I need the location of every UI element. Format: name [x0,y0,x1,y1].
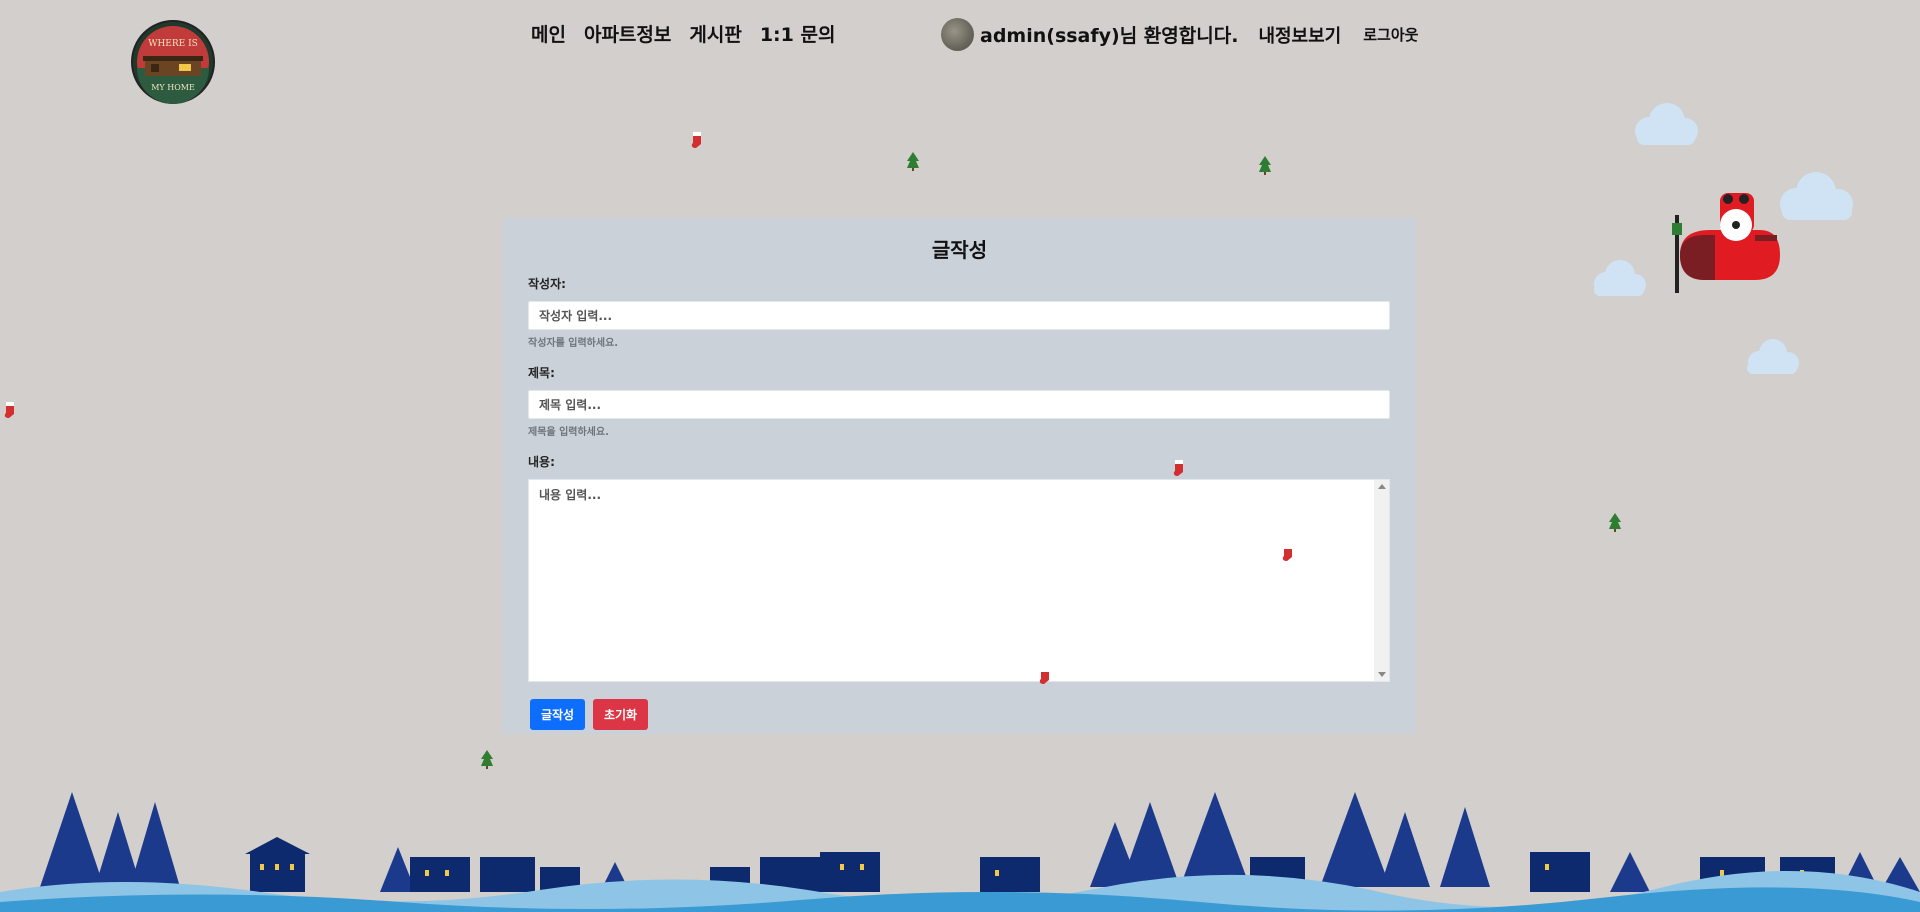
stocking-icon [691,132,701,148]
stocking-icon [1039,668,1049,684]
winter-village-footer [0,792,1920,912]
textarea-scrollbar[interactable] [1374,480,1389,681]
santa-plane-icon [1672,193,1780,293]
logo-text-bottom: MY HOME [151,83,195,92]
welcome-text: admin(ssafy)님 환영합니다. [980,25,1239,47]
submit-button[interactable]: 글작성 [530,699,585,730]
stocking-icon [4,402,14,418]
tree-icon [1609,513,1621,532]
tree-icon [1259,156,1271,175]
title-help: 제목을 입력하세요. [528,427,609,438]
title-input[interactable] [528,390,1390,419]
user-area: admin(ssafy)님 환영합니다. 내정보보기 로그아웃 [941,18,1418,51]
title-label: 제목: [528,366,555,380]
scroll-up-icon[interactable] [1378,484,1386,489]
author-help: 작성자를 입력하세요. [528,338,619,349]
nav-item-inquiry[interactable]: 1:1 문의 [760,20,836,47]
page-title: 글작성 [931,238,988,262]
author-input[interactable] [528,301,1390,330]
nav-item-apartment[interactable]: 아파트정보 [584,20,671,47]
stocking-icon [1173,460,1183,476]
logo-text-top: WHERE IS [148,39,198,49]
content-textarea[interactable] [529,480,1375,681]
avatar [941,18,974,51]
mypage-link[interactable]: 내정보보기 [1258,22,1341,48]
write-form-card: 글작성 작성자: 작성자를 입력하세요. 제목: 제목을 입력하세요. 내용: … [503,218,1416,734]
cloud-icon [1594,260,1646,296]
scroll-down-icon[interactable] [1378,672,1386,677]
reset-button[interactable]: 초기화 [593,699,648,730]
tree-icon [907,152,919,171]
cloud-icon [1747,339,1799,374]
stocking-icon [1282,545,1292,561]
nav-item-board[interactable]: 게시판 [689,20,741,47]
cloud-icon [1635,103,1698,145]
nav-item-main[interactable]: 메인 [531,20,566,47]
site-logo[interactable]: WHERE IS MY HOME [131,20,215,104]
author-label: 작성자: [528,277,566,291]
logout-link[interactable]: 로그아웃 [1363,24,1418,45]
main-nav: 메인 아파트정보 게시판 1:1 문의 [531,20,835,47]
content-textarea-wrap [528,479,1390,682]
content-label: 내용: [528,455,555,469]
tree-icon [481,750,493,769]
